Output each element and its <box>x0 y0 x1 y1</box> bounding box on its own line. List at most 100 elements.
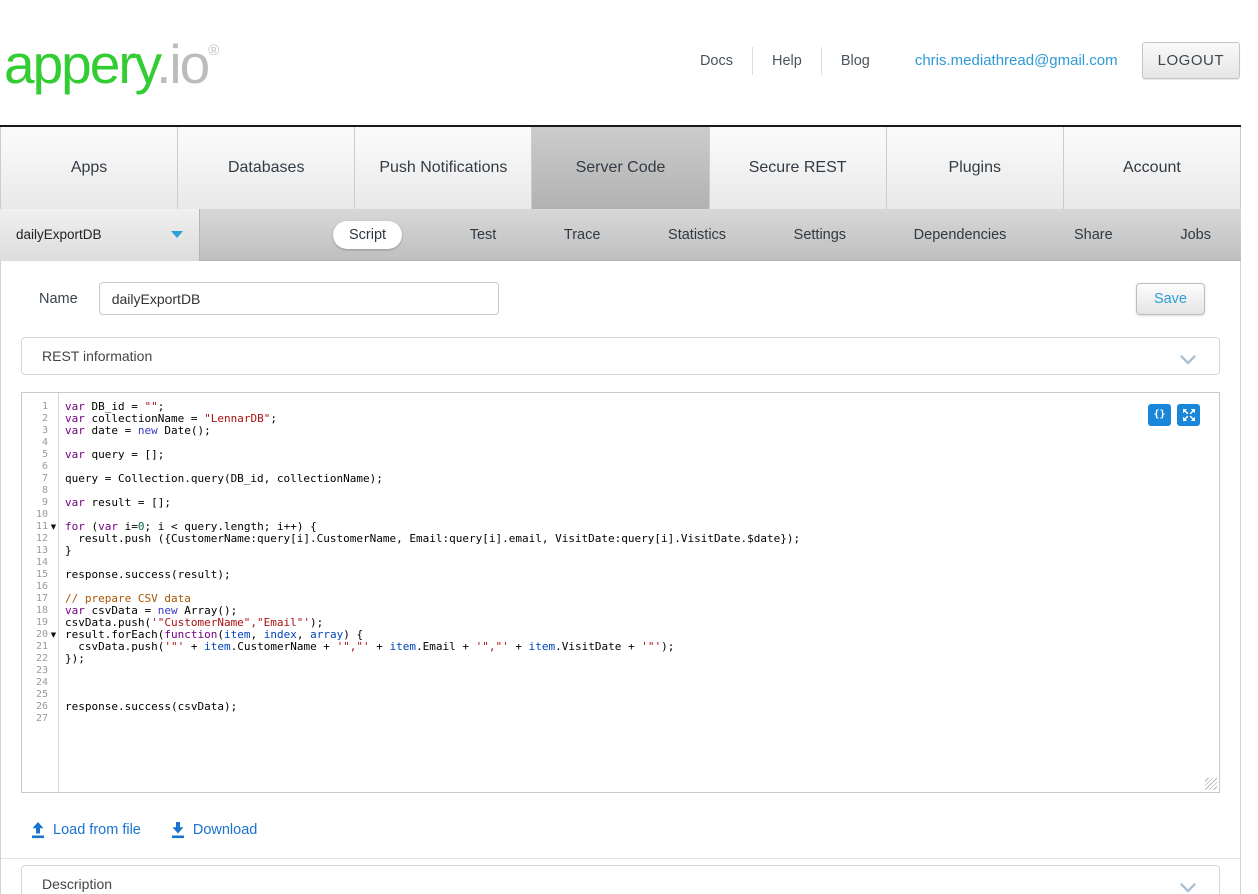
fold-spacer <box>48 485 59 497</box>
header: appery.io® Docs Help Blog chris.mediathr… <box>0 0 1258 125</box>
code-line[interactable]: 12 result.push ({CustomerName:query[i].C… <box>22 533 1219 545</box>
save-button[interactable]: Save <box>1136 283 1205 315</box>
subnav-tab-settings[interactable]: Settings <box>794 227 846 243</box>
subnav-tab-jobs[interactable]: Jobs <box>1180 227 1211 243</box>
main-nav-tab-apps[interactable]: Apps <box>0 127 178 209</box>
code-line[interactable]: 3var date = new Date(); <box>22 425 1219 437</box>
project-name: dailyExportDB <box>16 227 102 242</box>
line-number: 9 <box>22 497 48 509</box>
subnav-tab-test[interactable]: Test <box>470 227 497 243</box>
code-line[interactable]: 21 csvData.push('"' + item.CustomerName … <box>22 641 1219 653</box>
code-editor[interactable]: 1var DB_id = "";2var collectionName = "L… <box>21 392 1220 793</box>
appery-logo[interactable]: appery.io® <box>4 32 219 96</box>
fold-spacer <box>48 713 59 725</box>
subnav-tab-statistics[interactable]: Statistics <box>668 227 726 243</box>
line-number: 15 <box>22 569 48 581</box>
fold-spacer <box>48 437 59 449</box>
subnav-tab-dependencies[interactable]: Dependencies <box>914 227 1007 243</box>
chevron-down-icon[interactable] <box>1180 880 1196 894</box>
project-dropdown[interactable]: dailyExportDB <box>0 209 200 261</box>
line-number: 7 <box>22 473 48 485</box>
line-number: 6 <box>22 461 48 473</box>
download-icon <box>171 822 185 839</box>
code-line[interactable]: 15response.success(result); <box>22 569 1219 581</box>
line-number: 10 <box>22 509 48 521</box>
content: Name Save REST information 1var DB_id = … <box>0 261 1241 894</box>
rest-information-title: REST information <box>42 348 152 364</box>
fold-spacer <box>48 641 59 653</box>
format-code-button[interactable]: {} <box>1148 404 1171 426</box>
chevron-down-icon[interactable] <box>1180 352 1196 368</box>
docs-link[interactable]: Docs <box>681 47 752 75</box>
fold-spacer <box>48 449 59 461</box>
description-panel[interactable]: Description <box>21 865 1220 894</box>
code-text: query = Collection.query(DB_id, collecti… <box>59 473 383 485</box>
fold-spacer <box>48 569 59 581</box>
main-nav-tab-account[interactable]: Account <box>1064 127 1241 209</box>
fold-spacer <box>48 473 59 485</box>
code-line[interactable]: 27 <box>22 713 1219 725</box>
name-input[interactable] <box>99 282 499 315</box>
line-number: 8 <box>22 485 48 497</box>
file-actions: Load from file Download <box>31 818 1240 842</box>
fold-marker-icon[interactable]: ▼ <box>48 521 59 533</box>
resize-grip[interactable] <box>1205 778 1217 790</box>
line-number: 16 <box>22 581 48 593</box>
subnav-tab-trace[interactable]: Trace <box>564 227 601 243</box>
rest-information-panel[interactable]: REST information <box>21 337 1220 375</box>
line-number: 14 <box>22 557 48 569</box>
code-line[interactable]: 8 <box>22 485 1219 497</box>
fold-spacer <box>48 545 59 557</box>
code-line[interactable]: 22}); <box>22 653 1219 665</box>
code-line[interactable]: 4 <box>22 437 1219 449</box>
code-lines: 1var DB_id = "";2var collectionName = "L… <box>22 401 1219 725</box>
section-divider <box>1 858 1240 859</box>
code-line[interactable]: 23 <box>22 665 1219 677</box>
blog-link[interactable]: Blog <box>821 47 889 75</box>
fold-spacer <box>48 461 59 473</box>
code-line[interactable]: 5var query = []; <box>22 449 1219 461</box>
fold-spacer <box>48 497 59 509</box>
line-number: 20 <box>22 629 48 641</box>
name-row: Name Save <box>1 261 1240 315</box>
line-number: 23 <box>22 665 48 677</box>
fold-spacer <box>48 557 59 569</box>
code-line[interactable]: 9var result = []; <box>22 497 1219 509</box>
line-number: 5 <box>22 449 48 461</box>
line-number: 22 <box>22 653 48 665</box>
download-link[interactable]: Download <box>171 822 258 839</box>
main-nav-tab-secure-rest[interactable]: Secure REST <box>710 127 887 209</box>
main-nav-tab-push-notifications[interactable]: Push Notifications <box>355 127 532 209</box>
upload-icon <box>31 822 45 839</box>
subnav-tab-share[interactable]: Share <box>1074 227 1113 243</box>
sub-nav: dailyExportDB Script Test Trace Statistics S… <box>0 209 1241 261</box>
fold-marker-icon[interactable]: ▼ <box>48 629 59 641</box>
logout-button[interactable]: LOGOUT <box>1142 42 1240 79</box>
fold-spacer <box>48 701 59 713</box>
fullscreen-button[interactable] <box>1177 404 1200 426</box>
line-number: 12 <box>22 533 48 545</box>
fold-spacer <box>48 401 59 413</box>
line-number: 11 <box>22 521 48 533</box>
main-nav-tab-plugins[interactable]: Plugins <box>887 127 1064 209</box>
code-line[interactable]: 13} <box>22 545 1219 557</box>
fold-spacer <box>48 413 59 425</box>
code-text <box>59 713 65 725</box>
main-nav-tab-server-code[interactable]: Server Code <box>532 127 709 209</box>
load-from-file-link[interactable]: Load from file <box>31 822 141 839</box>
main-nav-tab-databases[interactable]: Databases <box>178 127 355 209</box>
caret-down-icon <box>171 231 183 238</box>
code-text: }); <box>59 653 85 665</box>
description-title: Description <box>42 876 112 892</box>
code-text: var date = new Date(); <box>59 425 211 437</box>
subnav-tab-script[interactable]: Script <box>333 221 402 249</box>
account-email-link[interactable]: chris.mediathread@gmail.com <box>915 52 1118 69</box>
line-number: 4 <box>22 437 48 449</box>
code-line[interactable]: 24 <box>22 677 1219 689</box>
code-line[interactable]: 7 query = Collection.query(DB_id, collect… <box>22 473 1219 485</box>
help-link[interactable]: Help <box>752 47 821 75</box>
line-number: 24 <box>22 677 48 689</box>
code-line[interactable]: 26response.success(csvData); <box>22 701 1219 713</box>
code-line[interactable]: 16 <box>22 581 1219 593</box>
name-label: Name <box>39 291 78 307</box>
